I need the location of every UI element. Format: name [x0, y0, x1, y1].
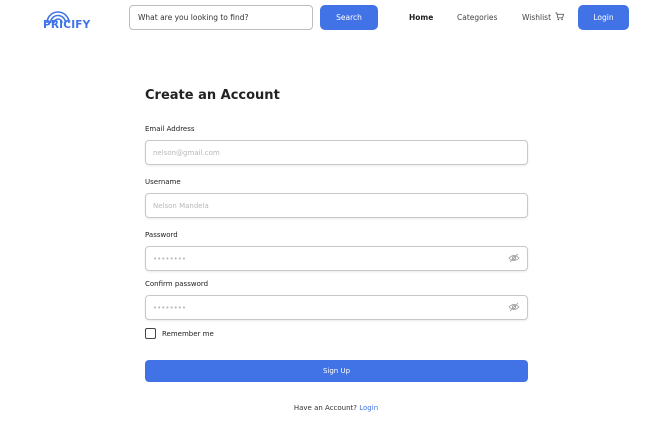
- login-link[interactable]: Login: [359, 404, 378, 412]
- brand-name: PRICIFY: [43, 19, 91, 31]
- eye-slash-icon[interactable]: [508, 302, 520, 312]
- eye-slash-icon[interactable]: [508, 253, 520, 263]
- page-title: Create an Account: [145, 88, 280, 103]
- nav-categories-link[interactable]: Categories: [457, 13, 497, 22]
- remember-me-label[interactable]: Remember me: [162, 330, 214, 338]
- nav-home-link[interactable]: Home: [409, 13, 433, 22]
- have-account-text: Have an Account?: [293, 404, 358, 412]
- cart-icon[interactable]: [555, 12, 564, 21]
- nav-wishlist-link[interactable]: Wishlist: [522, 13, 551, 22]
- password-field[interactable]: [145, 246, 528, 271]
- username-field[interactable]: [145, 193, 528, 218]
- top-navbar: PRICIFY Search Home Categories Wishlist …: [0, 0, 653, 40]
- remember-me-checkbox[interactable]: [145, 328, 156, 339]
- sign-up-button[interactable]: Sign Up: [145, 360, 528, 382]
- have-account-line: Have an Account? Login: [0, 404, 653, 412]
- search-button[interactable]: Search: [320, 5, 378, 30]
- confirm-password-label: Confirm password: [145, 280, 209, 288]
- search-input[interactable]: [129, 5, 313, 30]
- email-field[interactable]: [145, 140, 528, 165]
- confirm-password-field[interactable]: [145, 295, 528, 320]
- pricify-logo[interactable]: PRICIFY: [43, 5, 91, 31]
- username-label: Username: [145, 178, 181, 186]
- password-label: Password: [145, 231, 178, 239]
- email-label: Email Address: [145, 125, 195, 133]
- login-button[interactable]: Login: [578, 5, 629, 30]
